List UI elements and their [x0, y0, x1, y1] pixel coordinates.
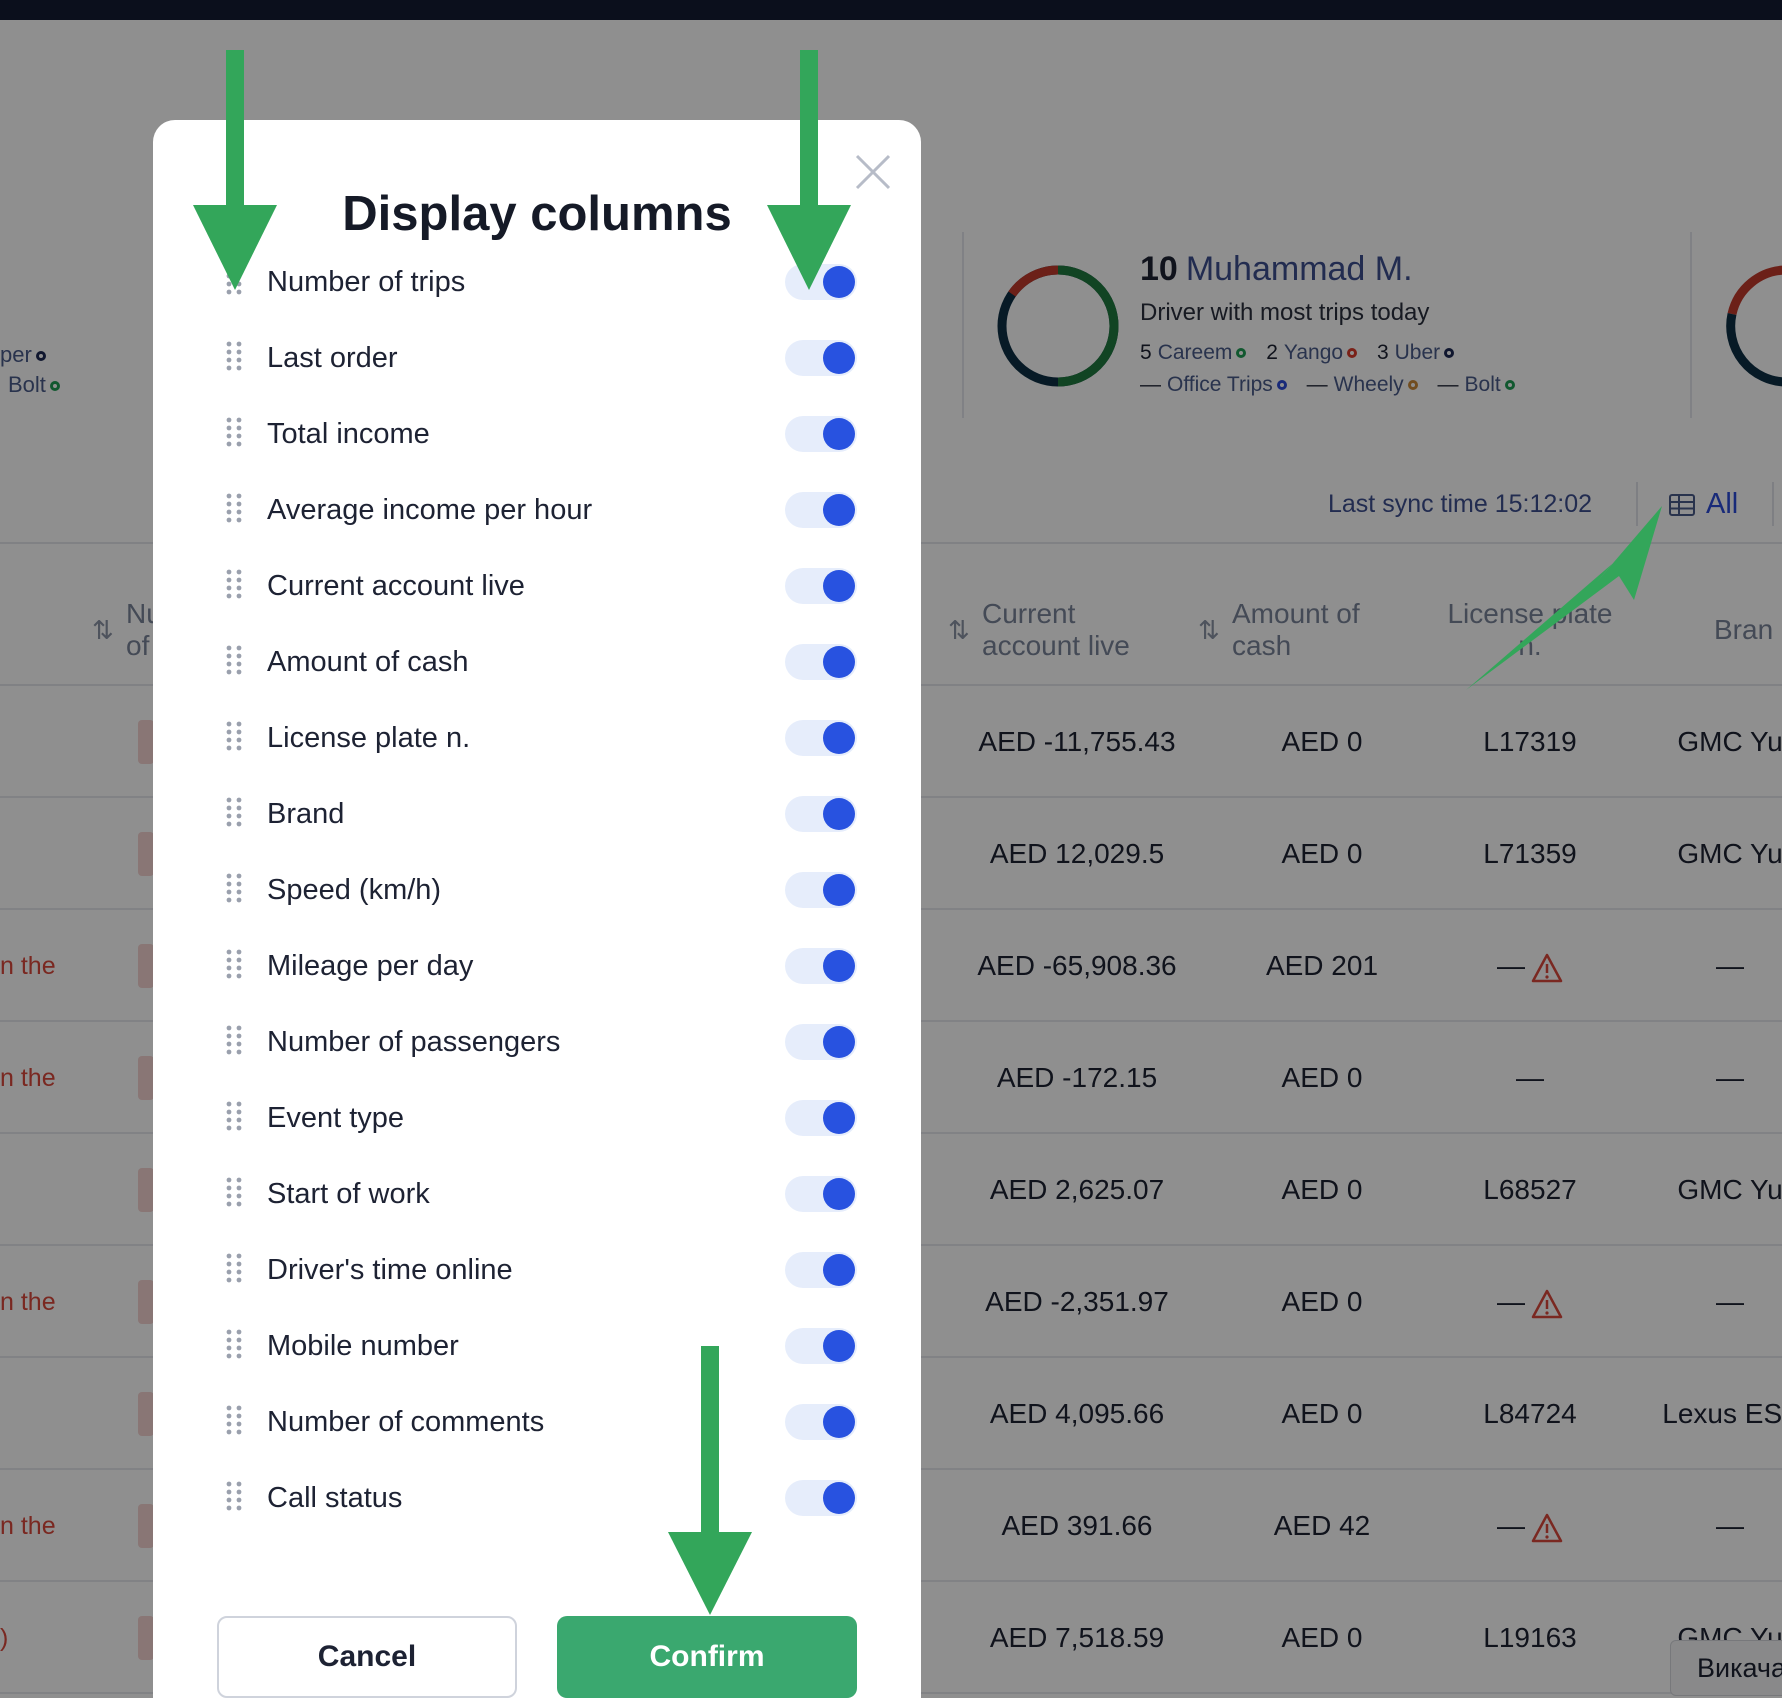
column-option-row: Mobile number — [153, 1308, 921, 1384]
column-visibility-toggle[interactable] — [785, 1024, 857, 1060]
drag-handle-icon[interactable] — [225, 568, 243, 600]
column-visibility-toggle[interactable] — [785, 796, 857, 832]
column-option-label: Amount of cash — [267, 646, 469, 678]
toggle-knob — [823, 1330, 855, 1362]
column-option-label: Mileage per day — [267, 950, 474, 982]
toggle-knob — [823, 570, 855, 602]
drag-handle-icon[interactable] — [225, 416, 243, 448]
drag-handle-icon[interactable] — [225, 1252, 243, 1284]
column-option-label: Current account live — [267, 570, 525, 602]
column-visibility-toggle[interactable] — [785, 872, 857, 908]
column-option-row: Brand — [153, 776, 921, 852]
drag-handle-icon[interactable] — [225, 720, 243, 752]
column-option-row: Number of comments — [153, 1384, 921, 1460]
column-visibility-toggle[interactable] — [785, 948, 857, 984]
column-option-label: Number of passengers — [267, 1026, 561, 1058]
toggle-knob — [823, 1178, 855, 1210]
close-icon[interactable] — [851, 150, 895, 194]
drag-handle-icon[interactable] — [225, 872, 243, 904]
column-option-row: Current account live — [153, 548, 921, 624]
column-visibility-toggle[interactable] — [785, 1480, 857, 1516]
toggle-knob — [823, 1406, 855, 1438]
drag-handle-icon[interactable] — [225, 644, 243, 676]
toggle-knob — [823, 418, 855, 450]
cancel-button[interactable]: Cancel — [217, 1616, 517, 1698]
column-visibility-toggle[interactable] — [785, 492, 857, 528]
column-option-label: Driver's time online — [267, 1254, 513, 1286]
toggle-knob — [823, 950, 855, 982]
column-option-row: Number of passengers — [153, 1004, 921, 1080]
column-option-row: Number of trips — [153, 244, 921, 320]
toggle-knob — [823, 1026, 855, 1058]
dialog-title: Display columns — [342, 187, 732, 241]
drag-handle-icon[interactable] — [225, 1024, 243, 1056]
column-option-label: Total income — [267, 418, 430, 450]
column-option-label: Last order — [267, 342, 398, 374]
toggle-knob — [823, 874, 855, 906]
column-option-row: Average income per hour — [153, 472, 921, 548]
toggle-knob — [823, 1482, 855, 1514]
toggle-knob — [823, 646, 855, 678]
toggle-knob — [823, 722, 855, 754]
column-visibility-toggle[interactable] — [785, 1176, 857, 1212]
drag-handle-icon[interactable] — [225, 492, 243, 524]
column-option-row: Speed (km/h) — [153, 852, 921, 928]
column-visibility-toggle[interactable] — [785, 1100, 857, 1136]
column-option-label: Event type — [267, 1102, 405, 1134]
column-visibility-toggle[interactable] — [785, 1252, 857, 1288]
column-option-row: Mileage per day — [153, 928, 921, 1004]
column-option-row: Start of work — [153, 1156, 921, 1232]
column-visibility-toggle[interactable] — [785, 720, 857, 756]
column-option-row: Driver's time online — [153, 1232, 921, 1308]
toggle-knob — [823, 342, 855, 374]
column-visibility-toggle[interactable] — [785, 1328, 857, 1364]
top-bar — [0, 0, 1782, 20]
drag-handle-icon[interactable] — [225, 1480, 243, 1512]
column-visibility-toggle[interactable] — [785, 644, 857, 680]
toggle-knob — [823, 266, 855, 298]
column-option-row: License plate n. — [153, 700, 921, 776]
drag-handle-icon[interactable] — [225, 1328, 243, 1360]
column-option-label: Call status — [267, 1482, 403, 1514]
column-option-row: Last order — [153, 320, 921, 396]
toggle-knob — [823, 494, 855, 526]
column-option-label: Number of trips — [267, 266, 466, 298]
column-visibility-toggle[interactable] — [785, 416, 857, 452]
column-option-label: Start of work — [267, 1178, 430, 1210]
toggle-knob — [823, 1102, 855, 1134]
column-visibility-toggle[interactable] — [785, 1404, 857, 1440]
column-option-label: Mobile number — [267, 1330, 459, 1362]
drag-handle-icon[interactable] — [225, 796, 243, 828]
column-visibility-toggle[interactable] — [785, 568, 857, 604]
column-option-row: Call status — [153, 1460, 921, 1536]
toggle-knob — [823, 798, 855, 830]
column-option-label: License plate n. — [267, 722, 471, 754]
display-columns-dialog: Display columns Number of trips Last orde… — [153, 120, 921, 1698]
drag-handle-icon[interactable] — [225, 1404, 243, 1436]
drag-handle-icon[interactable] — [225, 1176, 243, 1208]
drag-handle-icon[interactable] — [225, 1100, 243, 1132]
drag-handle-icon[interactable] — [225, 340, 243, 372]
column-option-label: Average income per hour — [267, 494, 593, 526]
column-visibility-toggle[interactable] — [785, 340, 857, 376]
column-option-row: Total income — [153, 396, 921, 472]
column-option-row: Amount of cash — [153, 624, 921, 700]
column-visibility-toggle[interactable] — [785, 264, 857, 300]
drag-handle-icon[interactable] — [225, 264, 243, 296]
column-option-label: Speed (km/h) — [267, 874, 442, 906]
toggle-knob — [823, 1254, 855, 1286]
column-option-label: Brand — [267, 798, 345, 830]
drag-handle-icon[interactable] — [225, 948, 243, 980]
confirm-button[interactable]: Confirm — [557, 1616, 857, 1698]
column-option-row: Event type — [153, 1080, 921, 1156]
column-option-label: Number of comments — [267, 1406, 545, 1438]
